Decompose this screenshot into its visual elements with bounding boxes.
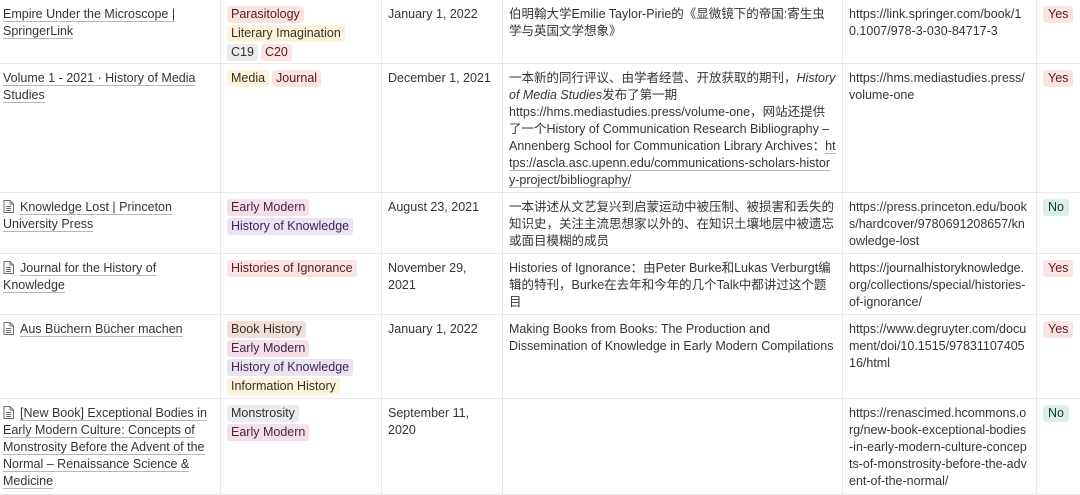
page-document-icon — [3, 200, 14, 213]
title-cell[interactable]: Knowledge Lost | Princeton University Pr… — [0, 193, 221, 253]
tag-pill: Book History — [227, 321, 306, 338]
notes-text: 一本新的同行评议、由学者经营、开放获取的期刊， — [509, 71, 797, 85]
title-text: Knowledge Lost | Princeton University Pr… — [3, 200, 172, 232]
page-title-link[interactable]: Volume 1 - 2021 · History of Media Studi… — [3, 70, 214, 104]
status-cell[interactable]: Yes — [1037, 0, 1080, 63]
date-cell[interactable]: November 29, 2021 — [382, 254, 503, 314]
notes-text: Histories of Ignorance：由Peter Burke和Luka… — [509, 261, 831, 309]
date-text: January 1, 2022 — [388, 322, 478, 336]
table-row[interactable]: [New Book] Exceptional Bodies in Early M… — [0, 399, 1080, 495]
date-cell[interactable]: December 1, 2021 — [382, 64, 503, 192]
date-text: September 11, 2020 — [388, 406, 470, 437]
tag-pill: Early Modern — [227, 199, 310, 216]
status-badge: No — [1043, 405, 1069, 422]
title-text: [New Book] Exceptional Bodies in Early M… — [3, 406, 207, 489]
tag-pill: Media — [227, 70, 270, 87]
notes-text: 一本讲述从文艺复兴到启蒙运动中被压制、被损害和丢失的知识史，关注主流思想家以外的… — [509, 200, 835, 248]
page-title-link[interactable]: [New Book] Exceptional Bodies in Early M… — [3, 405, 214, 490]
tags-cell[interactable]: Book History Early Modern History of Knowl… — [221, 315, 382, 398]
tag-pill: Monstrosity — [227, 405, 299, 422]
tag-pill: C20 — [260, 44, 292, 61]
title-cell[interactable]: Aus Büchern Bücher machen — [0, 315, 221, 398]
database-table: Empire Under the Microscope | SpringerLi… — [0, 0, 1080, 495]
tags-cell[interactable]: Parasitology Literary Imagination C19 C20 — [221, 0, 382, 63]
notes-cell[interactable]: 一本讲述从文艺复兴到启蒙运动中被压制、被损害和丢失的知识史，关注主流思想家以外的… — [503, 193, 843, 253]
status-badge: Yes — [1043, 70, 1074, 87]
title-text: Aus Büchern Bücher machen — [20, 322, 183, 337]
table-row[interactable]: Empire Under the Microscope | SpringerLi… — [0, 0, 1080, 64]
url-link[interactable]: https://hms.mediastudies.press/volume-on… — [849, 71, 1025, 102]
url-cell[interactable]: https://press.princeton.edu/books/hardco… — [843, 193, 1037, 253]
title-cell[interactable]: Journal for the History of Knowledge — [0, 254, 221, 314]
status-badge: Yes — [1043, 6, 1074, 23]
url-link[interactable]: https://press.princeton.edu/books/hardco… — [849, 200, 1027, 248]
status-cell[interactable]: Yes — [1037, 315, 1080, 398]
tag-pill: Literary Imagination — [227, 25, 345, 42]
url-cell[interactable]: https://hms.mediastudies.press/volume-on… — [843, 64, 1037, 192]
notes-cell[interactable]: Making Books from Books: The Production … — [503, 315, 843, 398]
tags-cell[interactable]: Histories of Ignorance — [221, 254, 382, 314]
url-cell[interactable]: https://www.degruyter.com/document/doi/1… — [843, 315, 1037, 398]
tag-pill: History of Knowledge — [227, 218, 354, 235]
tag-pill: Early Modern — [227, 340, 310, 357]
date-cell[interactable]: September 11, 2020 — [382, 399, 503, 494]
page-title-link[interactable]: Empire Under the Microscope | SpringerLi… — [3, 6, 214, 40]
status-badge: No — [1043, 199, 1069, 216]
tags-cell[interactable]: Media Journal — [221, 64, 382, 192]
table-row[interactable]: Knowledge Lost | Princeton University Pr… — [0, 193, 1080, 254]
notes-text: 伯明翰大学Emilie Taylor-Pirie的《显微镜下的帝国:寄生虫学与英… — [509, 7, 825, 38]
tags-cell[interactable]: Early Modern History of Knowledge — [221, 193, 382, 253]
notes-cell[interactable]: 一本新的同行评议、由学者经营、开放获取的期刊，History of Media … — [503, 64, 843, 192]
page-document-icon — [3, 406, 14, 419]
notes-text: Making Books from Books: The Production … — [509, 322, 834, 353]
tag-pill: Journal — [272, 70, 322, 87]
table-row[interactable]: Aus Büchern Bücher machen Book History Ear… — [0, 315, 1080, 399]
notes-cell[interactable]: Histories of Ignorance：由Peter Burke和Luka… — [503, 254, 843, 314]
url-link[interactable]: https://www.degruyter.com/document/doi/1… — [849, 322, 1026, 370]
date-text: August 23, 2021 — [388, 200, 480, 214]
status-badge: Yes — [1043, 321, 1074, 338]
table-row[interactable]: Journal for the History of Knowledge Hist… — [0, 254, 1080, 315]
status-cell[interactable]: Yes — [1037, 64, 1080, 192]
page-document-icon — [3, 261, 14, 274]
status-cell[interactable]: No — [1037, 399, 1080, 494]
notes-cell[interactable]: 伯明翰大学Emilie Taylor-Pirie的《显微镜下的帝国:寄生虫学与英… — [503, 0, 843, 63]
url-cell[interactable]: https://link.springer.com/book/10.1007/9… — [843, 0, 1037, 63]
url-link[interactable]: https://renascimed.hcommons.org/new-book… — [849, 406, 1027, 488]
tag-pill: Early Modern — [227, 424, 310, 441]
title-text: Volume 1 - 2021 · History of Media Studi… — [3, 71, 196, 103]
page-title-link[interactable]: Journal for the History of Knowledge — [3, 260, 214, 294]
url-cell[interactable]: https://renascimed.hcommons.org/new-book… — [843, 399, 1037, 494]
tag-pill: Histories of Ignorance — [227, 260, 357, 277]
tag-pill: Information History — [227, 378, 340, 395]
title-cell[interactable]: [New Book] Exceptional Bodies in Early M… — [0, 399, 221, 494]
tag-pill: C19 — [227, 44, 258, 61]
date-text: November 29, 2021 — [388, 261, 467, 292]
status-cell[interactable]: No — [1037, 193, 1080, 253]
status-cell[interactable]: Yes — [1037, 254, 1080, 314]
title-cell[interactable]: Volume 1 - 2021 · History of Media Studi… — [0, 64, 221, 192]
tag-pill: Parasitology — [227, 6, 304, 23]
status-badge: Yes — [1043, 260, 1074, 277]
url-cell[interactable]: https://journalhistoryknowledge.org/coll… — [843, 254, 1037, 314]
title-cell[interactable]: Empire Under the Microscope | SpringerLi… — [0, 0, 221, 63]
page-document-icon — [3, 322, 14, 335]
url-link[interactable]: https://journalhistoryknowledge.org/coll… — [849, 261, 1025, 309]
tag-pill: History of Knowledge — [227, 359, 354, 376]
page-title-link[interactable]: Knowledge Lost | Princeton University Pr… — [3, 199, 214, 233]
date-cell[interactable]: January 1, 2022 — [382, 0, 503, 63]
title-text: Journal for the History of Knowledge — [3, 261, 157, 293]
date-cell[interactable]: August 23, 2021 — [382, 193, 503, 253]
date-text: January 1, 2022 — [388, 7, 478, 21]
title-text: Empire Under the Microscope | SpringerLi… — [3, 7, 176, 39]
tags-cell[interactable]: Monstrosity Early Modern — [221, 399, 382, 494]
page-title-link[interactable]: Aus Büchern Bücher machen — [3, 321, 214, 338]
date-text: December 1, 2021 — [388, 71, 491, 85]
notes-cell[interactable] — [503, 399, 843, 494]
table-row[interactable]: Volume 1 - 2021 · History of Media Studi… — [0, 64, 1080, 193]
date-cell[interactable]: January 1, 2022 — [382, 315, 503, 398]
url-link[interactable]: https://link.springer.com/book/10.1007/9… — [849, 7, 1021, 38]
